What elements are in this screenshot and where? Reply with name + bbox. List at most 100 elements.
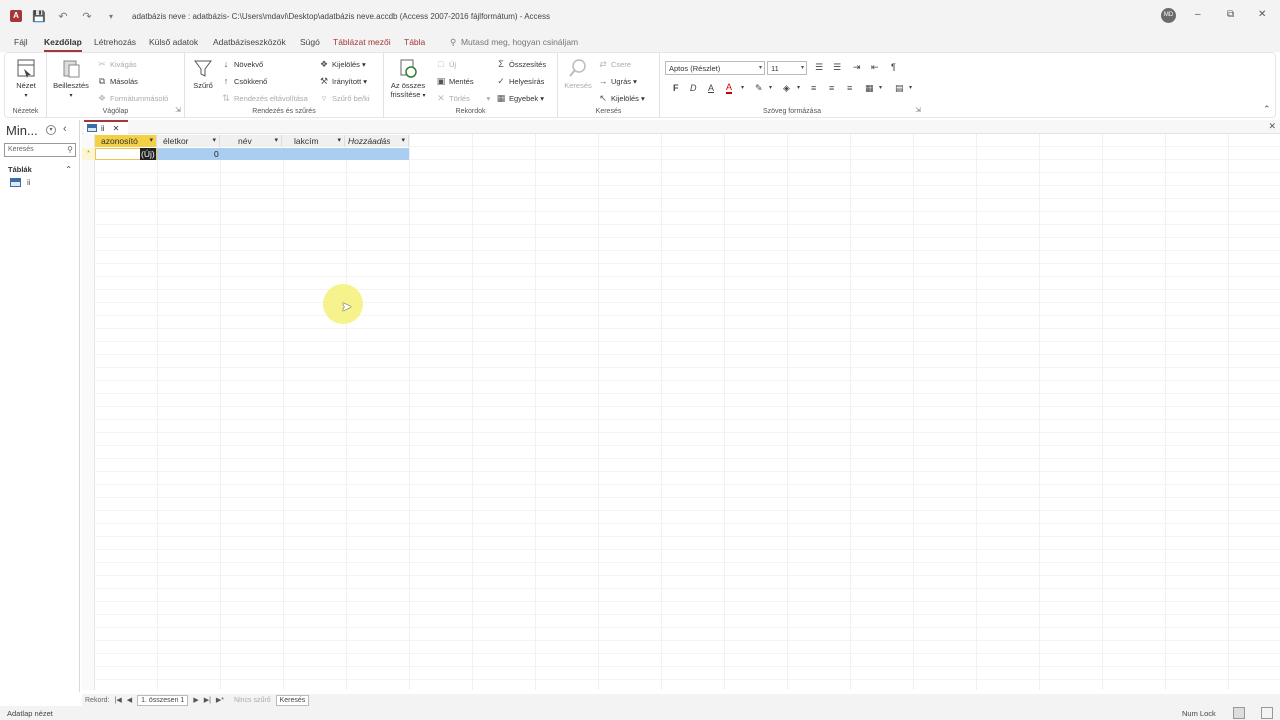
tab-table[interactable]: Tábla xyxy=(404,37,425,47)
close-window-button[interactable]: ✕ xyxy=(1258,9,1266,20)
sort-descending-button[interactable]: ↑ Csökkenő xyxy=(221,76,268,86)
new-record-nav-icon[interactable]: ▶* xyxy=(216,696,224,704)
align-left-icon[interactable]: ≡ xyxy=(811,83,816,93)
copy-button[interactable]: ⧉ Másolás xyxy=(97,76,138,86)
datasheet-view-icon[interactable] xyxy=(1233,707,1245,719)
advanced-filter-button[interactable]: ⚒ Irányított ▾ xyxy=(319,76,367,86)
chevron-down-icon[interactable]: ▾ xyxy=(879,84,882,91)
tell-me-search[interactable]: ⚲ Mutasd meg, hogyan csináljam xyxy=(450,37,578,48)
save-icon[interactable]: 💾 xyxy=(32,9,46,23)
numbering-icon[interactable]: ☰ xyxy=(833,62,841,73)
filter-icon xyxy=(194,60,212,77)
font-name-select[interactable]: Aptos (Részlet) ▾ xyxy=(665,61,765,75)
previous-record-icon[interactable]: ◀ xyxy=(127,696,132,704)
increase-indent-icon[interactable]: ⇥ xyxy=(853,62,861,73)
align-right-icon[interactable]: ≡ xyxy=(847,83,852,93)
font-color-button[interactable]: A xyxy=(726,83,733,94)
refresh-all-button[interactable]: Az összes frissítése ▾ xyxy=(390,57,426,101)
select-button[interactable]: ↖ Kijelölés ▾ xyxy=(598,93,645,103)
undo-icon[interactable]: ↶ xyxy=(56,9,70,23)
chevron-down-icon: ▾ xyxy=(149,137,153,144)
nav-item-table[interactable]: ii xyxy=(10,178,31,187)
customize-qat-icon[interactable]: ▾ xyxy=(104,9,118,23)
column-header-id[interactable]: azonosító ▾ xyxy=(95,135,157,147)
tab-table-fields[interactable]: Táblázat mezői xyxy=(333,37,391,47)
no-filter-indicator[interactable]: Nincs szűrő xyxy=(234,697,271,704)
replace-button[interactable]: ⇄ Csere xyxy=(598,59,631,69)
font-size-select[interactable]: 11 ▾ xyxy=(767,61,807,75)
chevron-down-icon[interactable]: ▾ xyxy=(797,84,800,91)
spelling-button[interactable]: ✓ Helyesírás xyxy=(496,76,544,86)
tab-external-data[interactable]: Külső adatok xyxy=(149,37,198,47)
design-view-icon[interactable] xyxy=(1261,707,1273,719)
fill-color-icon[interactable]: ◈ xyxy=(783,83,790,94)
collapse-ribbon-icon[interactable]: ⌃ xyxy=(1263,104,1271,115)
first-record-icon[interactable]: |◀ xyxy=(115,696,122,704)
redo-icon[interactable]: ↷ xyxy=(80,9,94,23)
align-center-icon[interactable]: ≡ xyxy=(829,83,834,93)
document-tab[interactable]: ii ✕ xyxy=(84,120,128,134)
column-header-address[interactable]: lakcím ▾ xyxy=(282,135,345,147)
text-format-launcher-icon[interactable]: ⇲ xyxy=(915,106,921,114)
nav-group-tables[interactable]: Táblák ⌃ xyxy=(8,165,72,174)
remove-sort-button[interactable]: ⇅ Rendezés eltávolítása xyxy=(221,93,308,103)
underline-button[interactable]: A xyxy=(708,83,714,93)
alternate-row-color-icon[interactable]: ▤ xyxy=(895,83,904,94)
tab-database-tools[interactable]: Adatbáziseszközök xyxy=(213,37,286,47)
bold-button[interactable]: F xyxy=(673,83,679,93)
column-header-add-field[interactable]: Hozzáadás ▾ xyxy=(345,135,409,147)
save-record-button[interactable]: ▣ Mentés xyxy=(436,76,474,86)
table-icon: ▦ xyxy=(496,93,506,103)
last-record-icon[interactable]: ▶| xyxy=(204,696,211,704)
sort-descending-icon: ↑ xyxy=(223,76,229,86)
nav-menu-chevron-icon[interactable]: ▾ xyxy=(46,125,56,135)
next-record-icon[interactable]: ▶ xyxy=(193,696,198,704)
toggle-filter-button[interactable]: ▿ Szűrő be/ki xyxy=(319,93,370,103)
refresh-icon xyxy=(400,59,417,78)
goto-button[interactable]: → Ugrás ▾ xyxy=(598,76,637,86)
totals-button[interactable]: Σ Összesítés xyxy=(496,59,546,69)
highlight-icon[interactable]: ✎ xyxy=(755,83,763,94)
selection-filter-button[interactable]: ❖ Kijelölés ▾ xyxy=(319,59,366,69)
bullets-icon[interactable]: ☰ xyxy=(815,62,823,73)
format-painter-button[interactable]: ❖ Formátummásoló xyxy=(97,93,168,103)
cell-age-value[interactable]: 0 xyxy=(214,148,219,160)
view-button[interactable]: Nézet ▾ xyxy=(11,57,41,101)
tab-file[interactable]: Fájl xyxy=(14,37,28,47)
clipboard-launcher-icon[interactable]: ⇲ xyxy=(175,106,181,114)
record-position-field[interactable]: 1. összesen 1 xyxy=(137,694,189,706)
close-document-icon[interactable]: ✕ xyxy=(1268,121,1276,132)
column-header-age[interactable]: életkor ▾ xyxy=(157,135,220,147)
nav-pane-title[interactable]: Min... xyxy=(6,123,38,138)
minimize-button[interactable]: – xyxy=(1195,9,1201,20)
decrease-indent-icon[interactable]: ⇤ xyxy=(871,62,879,73)
delete-record-button[interactable]: ✕ Törlés ▾ xyxy=(436,93,490,103)
filter-button[interactable]: Szűrő xyxy=(189,57,217,90)
paste-button[interactable]: Beillesztés ▾ xyxy=(53,57,89,101)
user-avatar[interactable]: MD xyxy=(1161,8,1176,23)
record-search-field[interactable]: Keresés xyxy=(275,694,310,706)
tab-help[interactable]: Súgó xyxy=(300,37,320,47)
nav-collapse-icon[interactable]: ‹ xyxy=(63,123,67,135)
cut-button[interactable]: ✂ Kivágás xyxy=(97,59,136,69)
replace-icon: ⇄ xyxy=(599,59,607,69)
gridlines-icon[interactable]: ▦ xyxy=(865,83,874,94)
restore-button[interactable]: ⧉ xyxy=(1227,9,1234,20)
tab-create[interactable]: Létrehozás xyxy=(94,37,136,47)
new-record-button[interactable]: □ Új xyxy=(436,59,456,69)
more-button[interactable]: ▦ Egyebek ▾ xyxy=(496,93,544,103)
paragraph-direction-icon[interactable]: ¶ xyxy=(891,62,896,72)
italic-button[interactable]: D xyxy=(690,83,697,93)
find-button[interactable]: Keresés xyxy=(562,57,594,90)
close-tab-icon[interactable]: ✕ xyxy=(113,124,120,133)
sort-ascending-button[interactable]: ↓ Növekvő xyxy=(221,59,263,69)
tab-home[interactable]: Kezdőlap xyxy=(44,37,82,52)
new-record-marker[interactable]: * xyxy=(82,148,95,160)
datasheet-grid[interactable] xyxy=(82,134,1280,690)
chevron-down-icon[interactable]: ▾ xyxy=(909,84,912,91)
document-tab-strip xyxy=(82,120,1280,134)
nav-search-input[interactable]: Keresés ⚲ xyxy=(4,143,76,157)
chevron-down-icon[interactable]: ▾ xyxy=(741,84,744,91)
chevron-down-icon[interactable]: ▾ xyxy=(769,84,772,91)
column-header-name[interactable]: név ▾ xyxy=(220,135,282,147)
